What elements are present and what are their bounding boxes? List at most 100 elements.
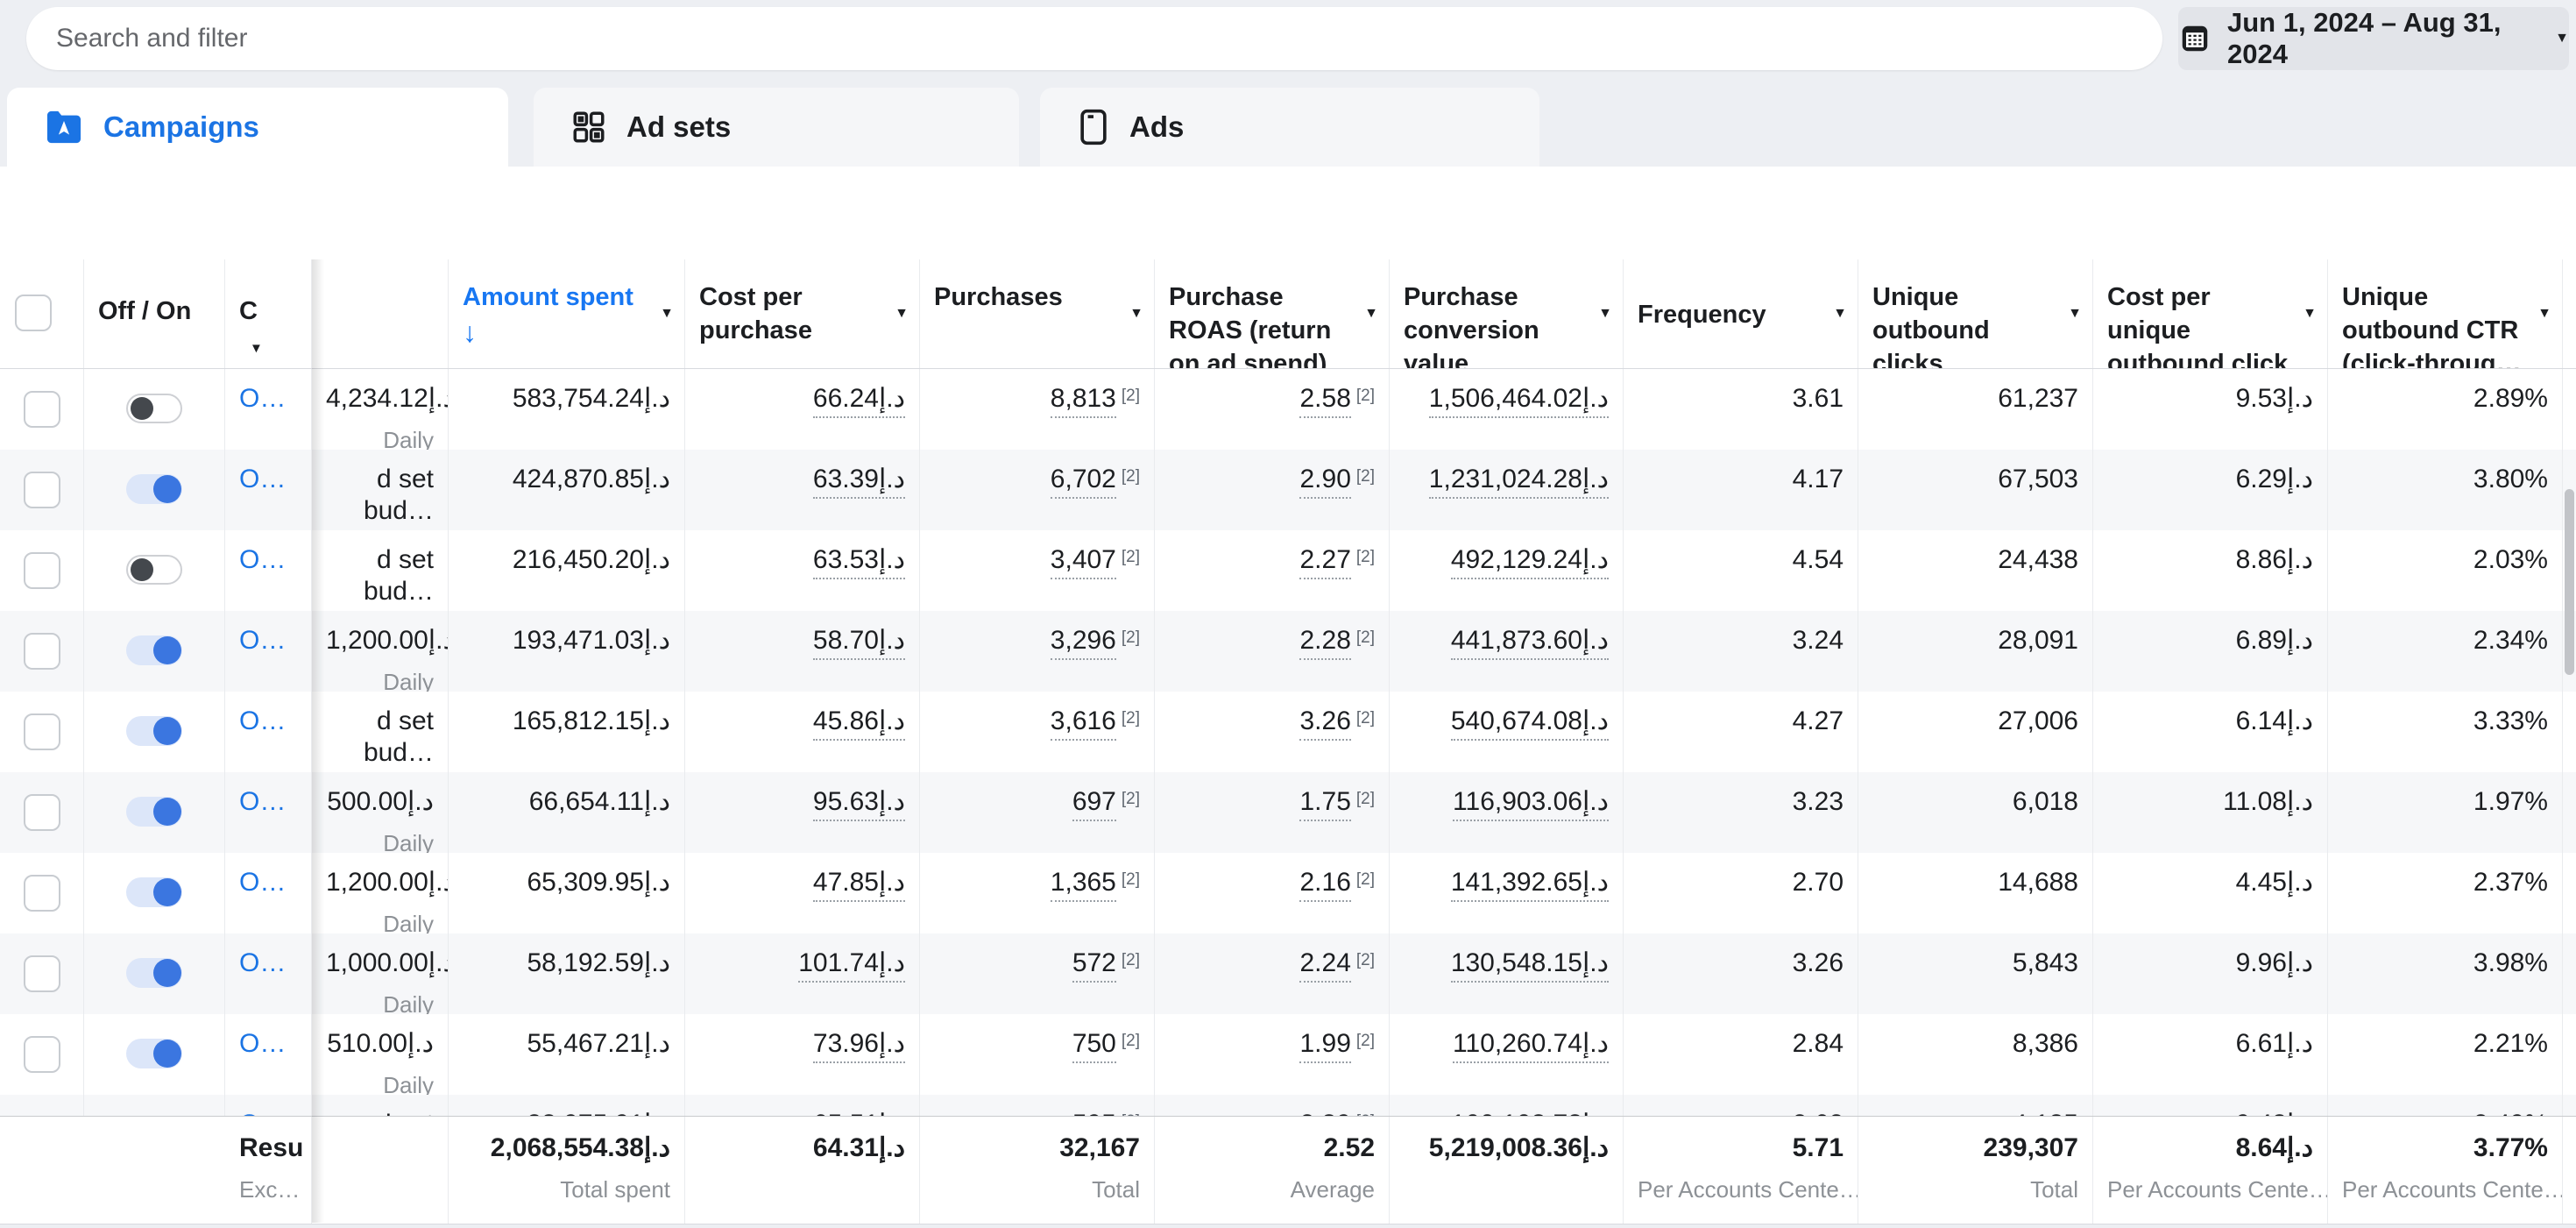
- row-checkbox[interactable]: [24, 633, 60, 670]
- purchases-value[interactable]: 3,616: [1051, 706, 1116, 741]
- tab-ads[interactable]: Ads: [1040, 88, 1539, 167]
- cpp-value[interactable]: 66.24د.إ: [813, 383, 905, 418]
- header-purchase-roas[interactable]: Purchase ROAS (return on ad spend) ▼: [1155, 259, 1390, 368]
- campaign-name-link[interactable]: O…: [239, 706, 286, 735]
- row-checkbox[interactable]: [24, 552, 60, 589]
- row-checkbox[interactable]: [24, 955, 60, 992]
- campaign-toggle[interactable]: [126, 716, 182, 746]
- cpp-value[interactable]: 95.63د.إ: [813, 786, 905, 821]
- cpp-value[interactable]: 63.39د.إ: [813, 464, 905, 499]
- roas-cell: 2.58[2]: [1155, 369, 1390, 450]
- pcv-value[interactable]: 1,506,464.02د.إ: [1429, 383, 1609, 418]
- footer-spacer: [84, 1117, 225, 1224]
- campaign-toggle[interactable]: [126, 877, 182, 907]
- campaign-name-link[interactable]: O…: [239, 545, 286, 574]
- budget-value: 1,200.00د.إ: [326, 867, 434, 898]
- cpp-cell: 73.96د.إ: [685, 1014, 920, 1095]
- pcv-value[interactable]: 116,903.06د.إ: [1453, 786, 1609, 821]
- row-checkbox[interactable]: [24, 472, 60, 508]
- pcv-value[interactable]: 1,231,024.28د.إ: [1429, 464, 1609, 499]
- purchases-cell: 3,616[2]: [920, 692, 1155, 772]
- vertical-scrollbar[interactable]: [2565, 489, 2574, 675]
- campaign-name-link[interactable]: O…: [239, 465, 286, 493]
- cpp-value[interactable]: 45.86د.إ: [813, 706, 905, 741]
- campaign-name-link[interactable]: O…: [239, 948, 286, 977]
- roas-value[interactable]: 1.75: [1299, 786, 1350, 821]
- purchases-value[interactable]: 6,702: [1051, 464, 1116, 499]
- roas-value[interactable]: 2.58: [1299, 383, 1350, 418]
- roas-value[interactable]: 2.16: [1299, 867, 1350, 902]
- row-checkbox[interactable]: [24, 875, 60, 912]
- header-unique-outbound-clicks[interactable]: Unique outbound clicks ▼: [1858, 259, 2093, 368]
- campaign-toggle[interactable]: [126, 474, 182, 504]
- header-campaign[interactable]: C ▼: [225, 259, 312, 368]
- campaign-name-link[interactable]: O…: [239, 868, 286, 897]
- row-checkbox[interactable]: [24, 794, 60, 831]
- purchases-value[interactable]: 3,407: [1051, 544, 1116, 579]
- row-checkbox[interactable]: [24, 1036, 60, 1073]
- budget-type-label: Daily: [326, 427, 434, 450]
- row-checkbox[interactable]: [24, 713, 60, 750]
- header-off-on[interactable]: Off / On: [84, 259, 225, 368]
- purchases-value[interactable]: 595: [1072, 1109, 1116, 1116]
- pcv-cell: 110,260.74د.إ: [1390, 1014, 1624, 1095]
- sort-descending-icon: ↓: [463, 316, 653, 349]
- header-purchases[interactable]: Purchases ▼: [920, 259, 1155, 368]
- campaign-name-link[interactable]: O…: [239, 1110, 286, 1116]
- pcv-value[interactable]: 110,260.74د.إ: [1453, 1028, 1609, 1063]
- purchases-value[interactable]: 572: [1072, 948, 1116, 983]
- campaign-toggle[interactable]: [126, 797, 182, 827]
- purchases-value[interactable]: 3,296: [1051, 625, 1116, 660]
- pcv-value[interactable]: 540,674.08د.إ: [1451, 706, 1609, 741]
- header-amount-spent[interactable]: Amount spent ↓ ▼: [449, 259, 685, 368]
- row-checkbox[interactable]: [24, 391, 60, 428]
- select-all-checkbox[interactable]: [15, 295, 52, 331]
- tab-adsets[interactable]: Ad sets: [534, 88, 1019, 167]
- pcv-value[interactable]: 130,548.15د.إ: [1451, 948, 1609, 983]
- roas-value[interactable]: 2.89: [1299, 1109, 1350, 1116]
- purchases-value[interactable]: 8,813: [1051, 383, 1116, 418]
- cpp-value[interactable]: 65.51د.إ: [813, 1109, 905, 1116]
- cpp-value[interactable]: 101.74د.إ: [798, 948, 905, 983]
- header-purchase-conversion-value[interactable]: Purchase conversion value ▼: [1390, 259, 1624, 368]
- roas-value[interactable]: 3.26: [1299, 706, 1350, 741]
- roas-value[interactable]: 2.28: [1299, 625, 1350, 660]
- purchases-value[interactable]: 1,365: [1051, 867, 1116, 902]
- cpp-value[interactable]: 47.85د.إ: [813, 867, 905, 902]
- roas-value[interactable]: 2.24: [1299, 948, 1350, 983]
- campaign-toggle[interactable]: [126, 555, 182, 585]
- date-range-button[interactable]: Jun 1, 2024 – Aug 31, 2024 ▼: [2178, 7, 2569, 70]
- footnote-marker: [2]: [1356, 790, 1375, 808]
- pcv-value[interactable]: 141,392.65د.إ: [1451, 867, 1609, 902]
- pcv-value[interactable]: 100,108.78د.إ: [1451, 1109, 1609, 1116]
- campaign-name-link[interactable]: O…: [239, 1029, 286, 1058]
- header-cost-per-purchase[interactable]: Cost per purchase ▼: [685, 259, 920, 368]
- cpp-value[interactable]: 73.96د.إ: [813, 1028, 905, 1063]
- freq-cell: 3.23: [1624, 772, 1858, 853]
- tab-campaigns[interactable]: Campaigns: [7, 88, 508, 167]
- header-frequency[interactable]: Frequency ▼: [1624, 259, 1858, 368]
- chevron-down-icon: ▼: [2068, 307, 2082, 321]
- header-budget[interactable]: [312, 259, 449, 368]
- ctr-value: 2.21%: [2473, 1029, 2548, 1058]
- cpp-value[interactable]: 63.53د.إ: [813, 544, 905, 579]
- purchases-value[interactable]: 697: [1072, 786, 1116, 821]
- purchases-value[interactable]: 750: [1072, 1028, 1116, 1063]
- campaign-toggle[interactable]: [126, 958, 182, 988]
- search-input[interactable]: Search and filter: [26, 7, 2162, 70]
- roas-value[interactable]: 1.99: [1299, 1028, 1350, 1063]
- pcv-value[interactable]: 492,129.24د.إ: [1451, 544, 1609, 579]
- pcv-value[interactable]: 441,873.60د.إ: [1451, 625, 1609, 660]
- roas-value[interactable]: 2.27: [1299, 544, 1350, 579]
- header-unique-outbound-ctr[interactable]: Unique outbound CTR (click-throug… ▼: [2328, 259, 2563, 368]
- campaign-toggle[interactable]: [126, 394, 182, 423]
- header-cost-per-unique-outbound-click[interactable]: Cost per unique outbound click ▼: [2093, 259, 2328, 368]
- campaign-toggle[interactable]: [126, 1039, 182, 1068]
- campaign-name-link[interactable]: O…: [239, 787, 286, 816]
- campaign-name-link[interactable]: O…: [239, 384, 286, 413]
- roas-value[interactable]: 2.90: [1299, 464, 1350, 499]
- campaign-toggle[interactable]: [126, 635, 182, 665]
- campaign-name-link[interactable]: O…: [239, 626, 286, 655]
- cpp-value[interactable]: 58.70د.إ: [813, 625, 905, 660]
- budget-type-label: Daily: [326, 991, 434, 1014]
